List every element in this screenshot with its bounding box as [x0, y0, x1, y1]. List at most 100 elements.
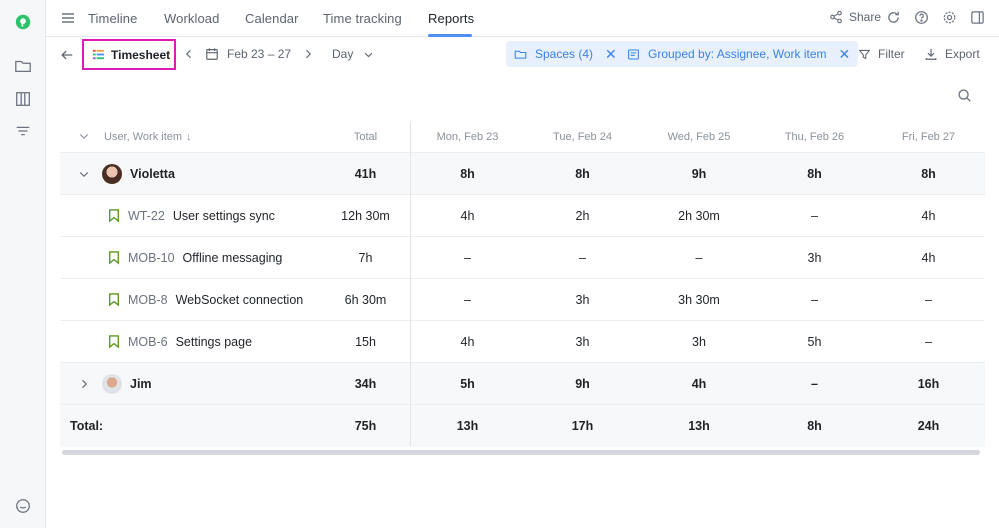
table-row[interactable]: MOB-10 Offline messaging 7h – – – 3h 4h: [60, 237, 985, 279]
filter-label: Filter: [878, 47, 905, 61]
day-cell[interactable]: 3h: [757, 237, 872, 278]
share-button[interactable]: Share: [829, 10, 881, 24]
day-cell[interactable]: 3h 30m: [641, 279, 757, 320]
work-item-cell[interactable]: WT-22 User settings sync: [108, 195, 275, 236]
day-cell[interactable]: 4h: [872, 195, 985, 236]
day-cell: –: [811, 376, 818, 391]
name-column-header[interactable]: User, Work item ↓: [104, 121, 192, 152]
table-row[interactable]: MOB-6 Settings page 15h 4h 3h 3h 5h –: [60, 321, 985, 363]
share-label: Share: [849, 10, 882, 24]
granularity-label: Day: [332, 47, 354, 61]
day-cell[interactable]: –: [757, 279, 872, 320]
day-cell[interactable]: 4h: [411, 321, 524, 362]
user-group-row[interactable]: Jim 34h 5h 9h 4h – 16h: [60, 363, 985, 405]
tab-calendar[interactable]: Calendar: [245, 11, 299, 26]
bookmark-icon: [109, 335, 119, 349]
day-cell[interactable]: 5h: [757, 321, 872, 362]
day-cell: 5h: [460, 376, 475, 391]
settings-gear-icon[interactable]: [942, 10, 957, 28]
tab-time-tracking[interactable]: Time tracking: [323, 11, 402, 26]
chat-icon[interactable]: [12, 495, 34, 517]
avatar: [102, 163, 122, 184]
day-cell[interactable]: –: [524, 237, 641, 278]
report-type-label: Timesheet: [111, 47, 171, 62]
folder-icon[interactable]: [12, 55, 34, 77]
tab-workload[interactable]: Workload: [164, 11, 219, 26]
filter-button[interactable]: Filter: [858, 47, 905, 61]
day-cell: 16h: [917, 376, 940, 391]
refresh-icon[interactable]: [886, 10, 901, 28]
spaces-filter-chip[interactable]: Spaces (4) ✕: [506, 41, 625, 67]
left-rail: [0, 0, 46, 528]
table-header-row: User, Work item ↓ Total Mon, Feb 23 Tue,…: [60, 121, 985, 153]
share-icon: [830, 10, 842, 24]
report-type-selector[interactable]: Timesheet: [82, 39, 176, 70]
export-label: Export: [945, 47, 980, 61]
day-cell[interactable]: 2h 30m: [641, 195, 757, 236]
day-cell[interactable]: 3h: [641, 321, 757, 362]
user-name: Jim: [130, 376, 152, 391]
spaces-chip-label: Spaces (4): [535, 47, 594, 61]
expand-chevron-right-icon[interactable]: [78, 378, 90, 393]
work-item-cell[interactable]: MOB-8 WebSocket connection: [108, 279, 303, 320]
day-cell[interactable]: 2h: [524, 195, 641, 236]
report-toolbar: Timesheet Feb 23 – 27 Day Spaces (4) ✕ G…: [46, 37, 999, 73]
timesheet-icon: [92, 49, 105, 60]
date-range-picker[interactable]: Feb 23 – 27: [205, 47, 291, 61]
day-cell[interactable]: –: [872, 321, 985, 362]
day-cell[interactable]: 4h: [872, 237, 985, 278]
remove-spaces-close-icon[interactable]: ✕: [605, 46, 617, 63]
side-panel-icon[interactable]: [970, 10, 985, 28]
day-cell: 8h: [921, 166, 936, 181]
table-row[interactable]: WT-22 User settings sync 12h 30m 4h 2h 2…: [60, 195, 985, 237]
menu-icon[interactable]: [60, 10, 76, 26]
export-button[interactable]: Export: [924, 47, 980, 61]
collapse-all-chevron-icon[interactable]: [78, 130, 90, 145]
collapse-chevron-down-icon[interactable]: [78, 168, 90, 183]
remove-grouping-close-icon[interactable]: ✕: [839, 46, 851, 63]
day-cell[interactable]: –: [757, 195, 872, 236]
day-cell[interactable]: –: [411, 279, 524, 320]
date-range-label: Feb 23 – 27: [227, 47, 292, 61]
grouping-chip-label: Grouped by: Assignee, Work item: [648, 47, 827, 61]
work-item-key: MOB-6: [128, 334, 168, 349]
day-cell[interactable]: –: [411, 237, 524, 278]
work-item-key: MOB-10: [128, 250, 175, 265]
day-cell: 8h: [575, 166, 590, 181]
next-period-chevron-icon[interactable]: [302, 48, 314, 60]
name-column-label: User, Work item: [104, 130, 183, 143]
work-item-cell[interactable]: MOB-10 Offline messaging: [108, 237, 282, 278]
user-name-cell: Jim: [102, 363, 152, 404]
tab-reports[interactable]: Reports: [428, 11, 474, 26]
day-total-cell: 17h: [571, 419, 594, 433]
download-icon: [925, 48, 937, 60]
app-logo-icon[interactable]: [12, 11, 34, 33]
day-cell: 9h: [575, 376, 590, 391]
day-cell[interactable]: –: [872, 279, 985, 320]
day-cell[interactable]: 4h: [411, 195, 524, 236]
folder-icon: [514, 50, 527, 59]
table-row[interactable]: MOB-8 WebSocket connection 6h 30m – 3h 3…: [60, 279, 985, 321]
horizontal-scrollbar[interactable]: [62, 450, 980, 455]
grouping-chip[interactable]: Grouped by: Assignee, Work item ✕: [619, 41, 859, 67]
day-total-cell: 13h: [456, 419, 479, 433]
day-cell[interactable]: 3h: [524, 279, 641, 320]
work-item-key: WT-22: [128, 208, 165, 223]
filter-lines-icon[interactable]: [12, 120, 34, 142]
day-cell: 4h: [691, 376, 707, 391]
back-arrow-icon[interactable]: [60, 48, 74, 62]
work-item-cell[interactable]: MOB-6 Settings page: [108, 321, 252, 362]
tab-timeline[interactable]: Timeline: [88, 11, 137, 26]
search-icon[interactable]: [957, 88, 972, 106]
prev-period-chevron-icon[interactable]: [183, 48, 195, 60]
day-cell[interactable]: –: [641, 237, 757, 278]
help-icon[interactable]: [914, 10, 929, 28]
user-group-row[interactable]: Violetta 41h 8h 8h 9h 8h 8h: [60, 153, 985, 195]
day-column-header: Thu, Feb 26: [784, 130, 845, 143]
day-cell[interactable]: 3h: [524, 321, 641, 362]
granularity-select[interactable]: Day: [332, 47, 374, 61]
day-cell: 8h: [460, 166, 475, 181]
calendar-icon: [206, 48, 218, 60]
avatar: [102, 373, 122, 394]
board-icon[interactable]: [12, 88, 34, 110]
